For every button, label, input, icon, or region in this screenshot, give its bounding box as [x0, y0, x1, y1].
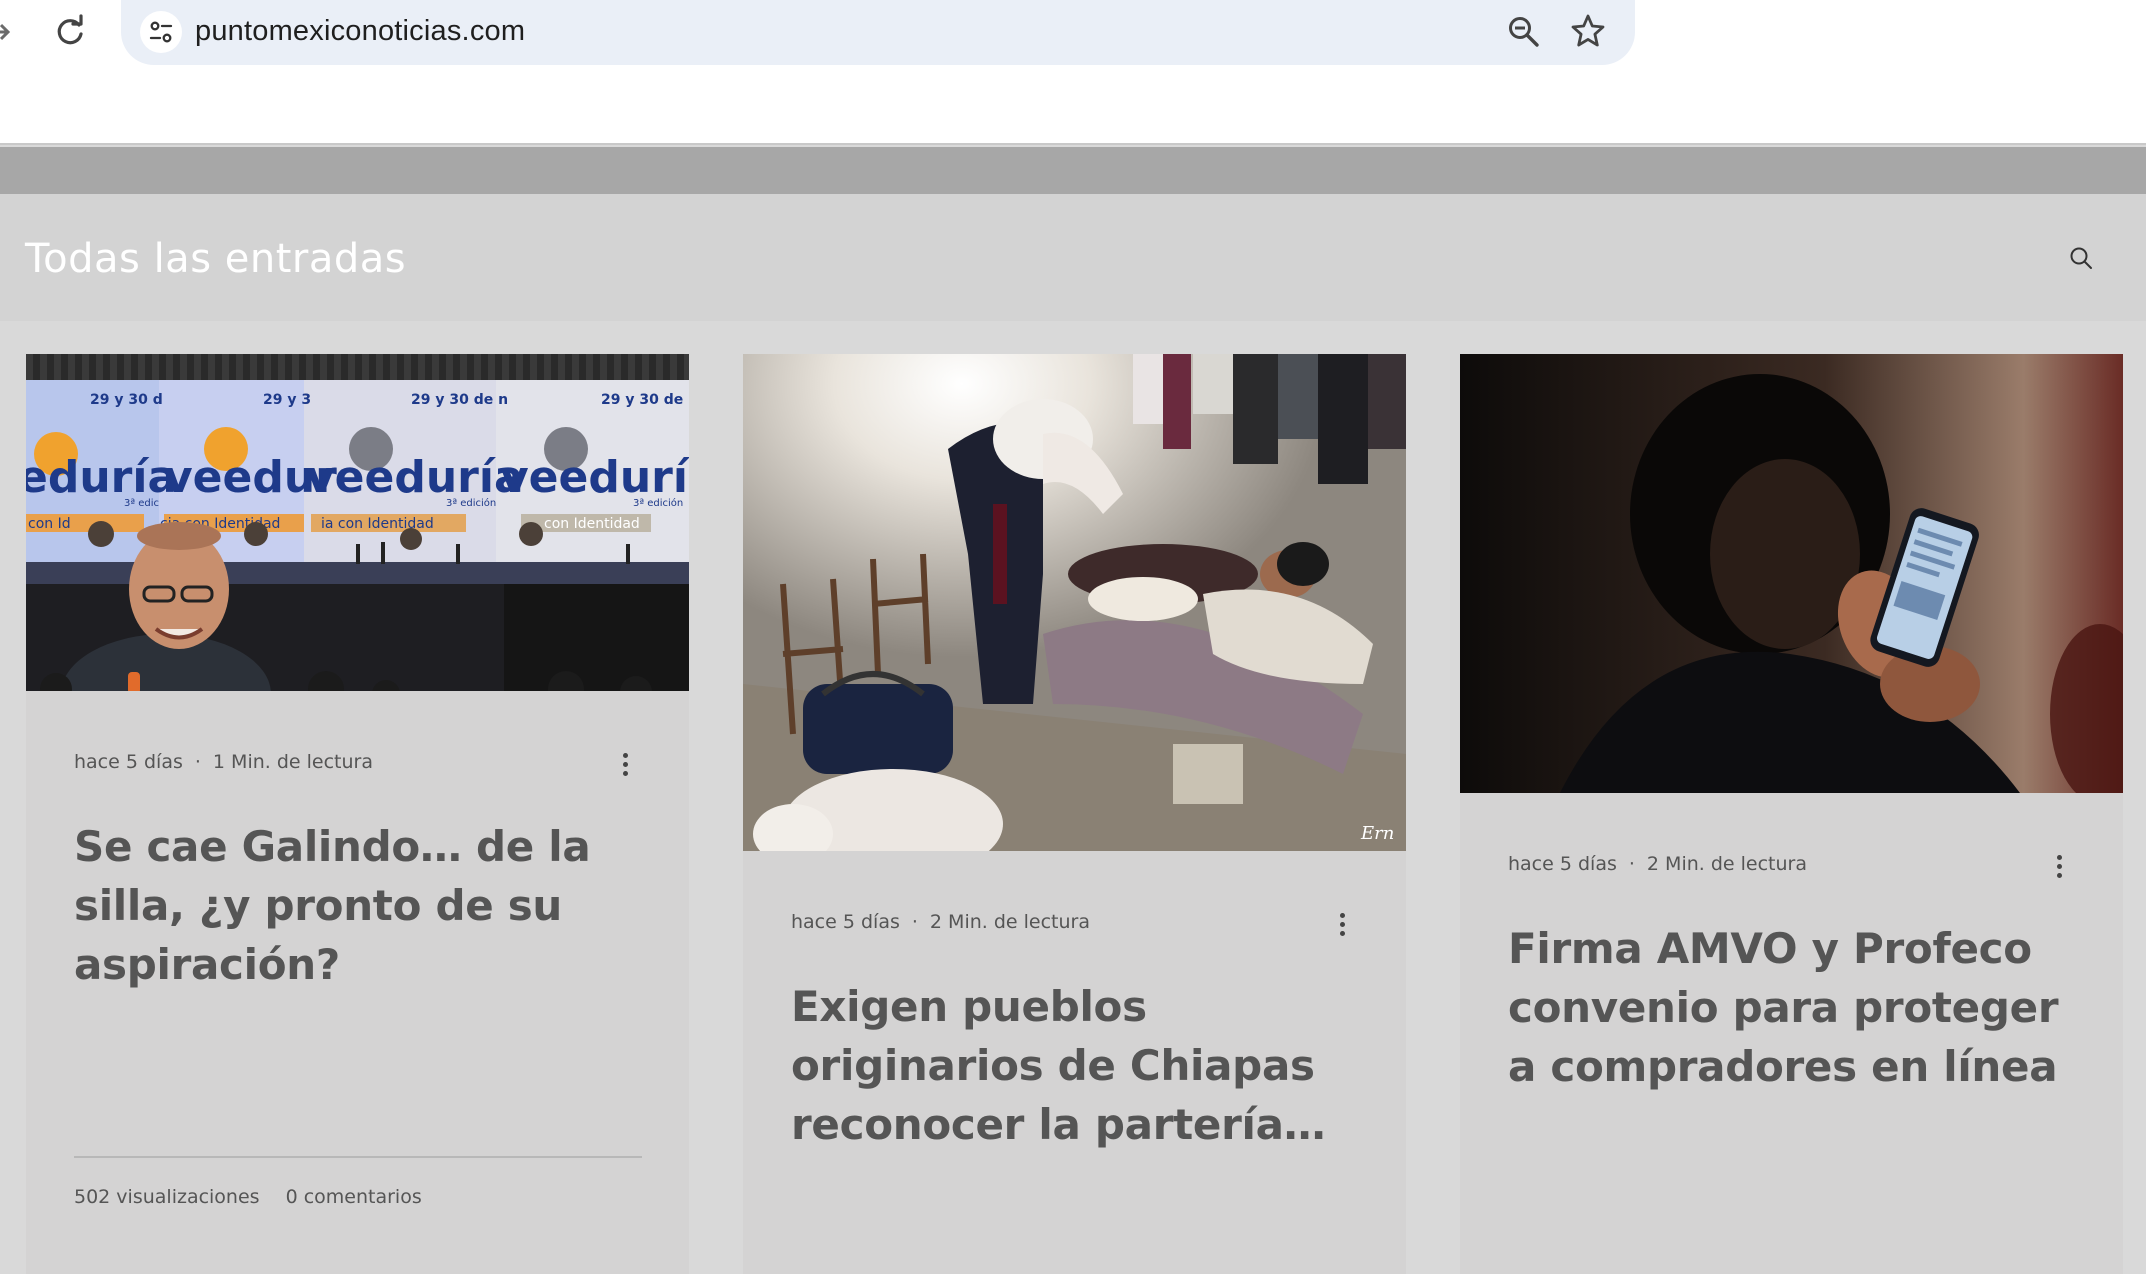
post-image[interactable]: 29 y 30 d 29 y 3 29 y 30 de n 29 y 30 de…: [26, 354, 689, 691]
post-card[interactable]: Ern hace 5 días · 2 Min. de lectura Exigen…: [743, 354, 1406, 1274]
banner-date: 29 y 3: [263, 392, 311, 408]
post-card[interactable]: 29 y 30 d 29 y 3 29 y 30 de n 29 y 30 de…: [26, 354, 689, 1274]
meta-separator: ·: [1628, 853, 1635, 875]
page-title: Todas las entradas: [25, 236, 407, 282]
forward-icon[interactable]: [0, 17, 14, 47]
post-stats: 502 visualizaciones 0 comentarios: [74, 1186, 422, 1208]
post-read-time: 2 Min. de lectura: [1646, 853, 1807, 875]
browser-toolbar: puntomexiconoticias.com: [0, 0, 2146, 145]
photo-signature: Ern: [1360, 823, 1394, 844]
post-read-time: 2 Min. de lectura: [929, 911, 1090, 933]
post-comments[interactable]: 0 comentarios: [286, 1186, 422, 1208]
blog-header: Todas las entradas: [0, 194, 2146, 321]
banner-tag: con Id: [28, 516, 71, 532]
post-title[interactable]: Se cae Galindo… de la silla, ¿y pronto d…: [74, 817, 654, 994]
site-settings-button[interactable]: [140, 11, 182, 53]
banner-date: 29 y 30 de r: [601, 392, 689, 408]
banner-tag: ia con Identidad: [321, 516, 434, 532]
post-meta: hace 5 días · 2 Min. de lectura: [1508, 853, 1807, 875]
banner-brand: veeduría: [500, 452, 689, 503]
post-title[interactable]: Firma AMVO y Profeco convenio para prote…: [1508, 919, 2088, 1096]
banner-edition: 3ª edición: [446, 497, 496, 509]
banner-brand: veeduría: [306, 452, 524, 503]
reload-icon[interactable]: [52, 14, 88, 50]
post-image[interactable]: [1460, 354, 2123, 793]
search-icon[interactable]: [2069, 246, 2093, 270]
banner-edition: 3ª edic: [124, 498, 159, 509]
address-bar[interactable]: puntomexiconoticias.com: [121, 0, 1635, 65]
bookmark-star-icon[interactable]: [1570, 13, 1606, 49]
more-options-icon[interactable]: [2054, 853, 2064, 883]
banner-tag: con Identidad: [544, 516, 640, 532]
banner-date: 29 y 30 de n: [411, 392, 508, 408]
site-header-band: [0, 147, 2146, 194]
tune-icon: [149, 21, 173, 43]
post-card[interactable]: hace 5 días · 2 Min. de lectura Firma AMVO…: [1460, 354, 2123, 1274]
post-divider: [74, 1156, 642, 1158]
post-views: 502 visualizaciones: [74, 1186, 260, 1208]
zoom-out-icon[interactable]: [1506, 14, 1542, 50]
meta-separator: ·: [194, 751, 201, 773]
banner-date: 29 y 30 d: [90, 392, 163, 408]
meta-separator: ·: [911, 911, 918, 933]
banner-edition: 3ª edición: [633, 497, 683, 509]
post-title[interactable]: Exigen pueblos originarios de Chiapas re…: [791, 977, 1371, 1154]
post-image[interactable]: Ern: [743, 354, 1406, 851]
post-meta: hace 5 días · 2 Min. de lectura: [791, 911, 1090, 933]
post-read-time: 1 Min. de lectura: [212, 751, 373, 773]
post-meta: hace 5 días · 1 Min. de lectura: [74, 751, 373, 773]
more-options-icon[interactable]: [620, 751, 630, 781]
more-options-icon[interactable]: [1337, 911, 1347, 941]
post-date: hace 5 días: [791, 911, 900, 933]
banner-brand: eduría: [26, 452, 177, 503]
post-date: hace 5 días: [1508, 853, 1617, 875]
url-text[interactable]: puntomexiconoticias.com: [195, 15, 525, 48]
post-date: hace 5 días: [74, 751, 183, 773]
